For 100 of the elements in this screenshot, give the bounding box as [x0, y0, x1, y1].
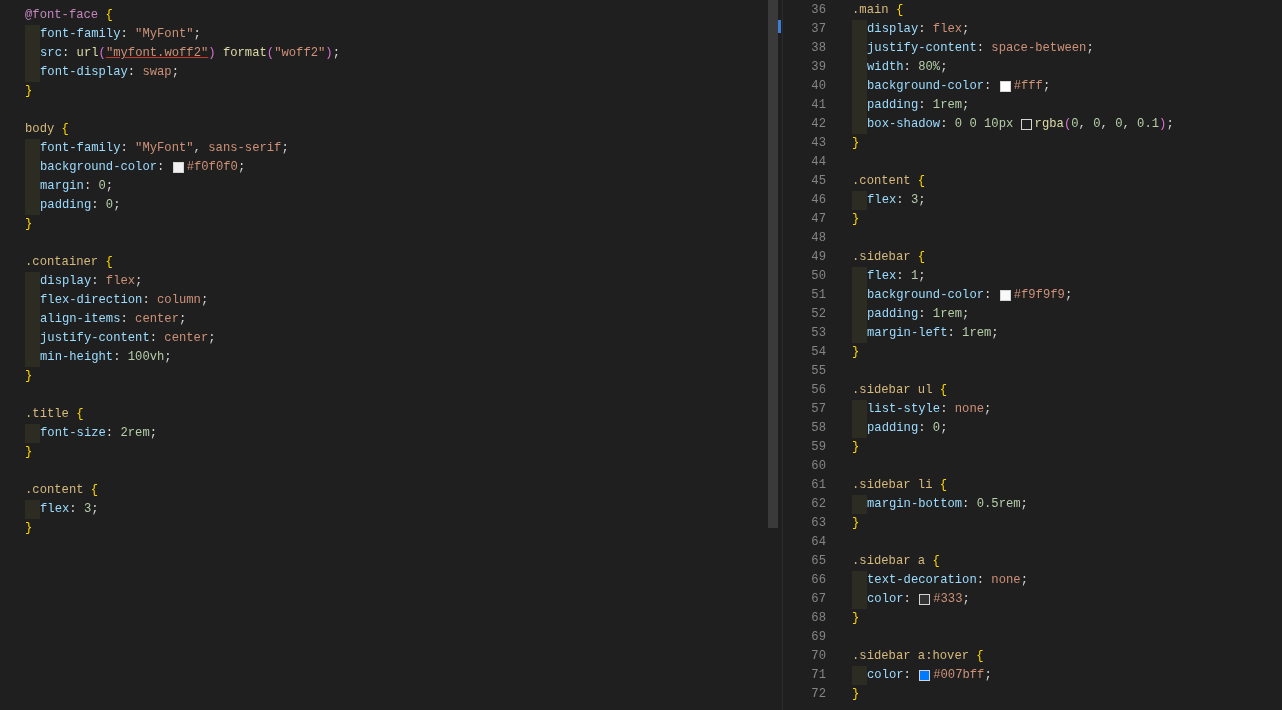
color-swatch-icon[interactable] — [919, 670, 931, 681]
code-text: justify-content: center; — [40, 330, 216, 347]
line-number: 58 — [810, 420, 826, 437]
line-number: 48 — [810, 230, 826, 247]
code-text: #f0f0f0; — [186, 159, 246, 176]
code-text: #f9f9f9; — [1013, 287, 1073, 304]
line-number: 50 — [810, 268, 826, 285]
code-text: .sidebar { — [852, 249, 926, 266]
code-text: .sidebar a { — [852, 553, 940, 570]
code-text: } — [852, 439, 860, 456]
code-text: } — [25, 216, 33, 233]
code-text: box-shadow: 0 0 10px — [867, 116, 1014, 133]
code-text: .main { — [852, 2, 904, 19]
code-text: flex: 3; — [867, 192, 926, 209]
line-number: 69 — [810, 629, 826, 646]
line-number: 70 — [810, 648, 826, 665]
line-number: 59 — [810, 439, 826, 456]
line-number: 41 — [810, 97, 826, 114]
code-text: } — [852, 686, 860, 703]
code-text: padding: 1rem; — [867, 306, 970, 323]
code-text: text-decoration: none; — [867, 572, 1028, 589]
line-number: 61 — [810, 477, 826, 494]
line-number: 45 — [810, 173, 826, 190]
code-text: body { — [25, 121, 69, 138]
code-text: } — [25, 444, 33, 461]
code-text: display: flex; — [40, 273, 143, 290]
line-number: 40 — [810, 78, 826, 95]
color-swatch-icon[interactable] — [172, 162, 184, 173]
line-number: 46 — [810, 192, 826, 209]
line-number: 39 — [810, 59, 826, 76]
code-text: margin-bottom: 0.5rem; — [867, 496, 1028, 513]
code-text: @font-face { — [25, 7, 113, 24]
line-number: 44 — [810, 154, 826, 171]
line-number: 64 — [810, 534, 826, 551]
code-text: .content { — [25, 482, 99, 499]
code-text: } — [852, 515, 860, 532]
code-text: .title { — [25, 406, 84, 423]
code-text: margin: 0; — [40, 178, 114, 195]
code-text: padding: 0; — [867, 420, 948, 437]
code-text: color: — [867, 591, 912, 608]
code-text: padding: 1rem; — [867, 97, 970, 114]
color-swatch-icon[interactable] — [999, 290, 1011, 301]
line-number: 49 — [810, 249, 826, 266]
code-text: #fff; — [1013, 78, 1051, 95]
line-number: 68 — [810, 610, 826, 627]
line-number: 67 — [810, 591, 826, 608]
line-number: 47 — [810, 211, 826, 228]
line-number: 57 — [810, 401, 826, 418]
color-swatch-icon[interactable] — [919, 594, 931, 605]
line-number: 62 — [810, 496, 826, 513]
line-number: 55 — [810, 363, 826, 380]
color-swatch-icon[interactable] — [1020, 119, 1032, 130]
code-text: .sidebar a:hover { — [852, 648, 984, 665]
line-number: 72 — [810, 686, 826, 703]
line-number: 43 — [810, 135, 826, 152]
line-number: 63 — [810, 515, 826, 532]
code-text: min-height: 100vh; — [40, 349, 172, 366]
code-text: flex: 1; — [867, 268, 926, 285]
color-swatch-icon[interactable] — [999, 81, 1011, 92]
code-text: flex: 3; — [40, 501, 99, 518]
code-text: } — [25, 83, 33, 100]
line-number: 52 — [810, 306, 826, 323]
code-text: width: 80%; — [867, 59, 948, 76]
code-text: .content { — [852, 173, 926, 190]
code-text: .sidebar ul { — [852, 382, 948, 399]
code-text: font-family: "MyFont", sans-serif; — [40, 140, 289, 157]
code-text: background-color: — [867, 78, 993, 95]
scrollbar[interactable] — [768, 0, 778, 528]
code-text: background-color: — [867, 287, 993, 304]
code-text: display: flex; — [867, 21, 970, 38]
code-text: font-family: "MyFont"; — [40, 26, 201, 43]
line-number: 66 — [810, 572, 826, 589]
code-text: .sidebar li { — [852, 477, 948, 494]
line-number: 37 — [810, 21, 826, 38]
code-text: margin-left: 1rem; — [867, 325, 999, 342]
code-text: #007bff; — [933, 667, 992, 684]
code-text: list-style: none; — [867, 401, 992, 418]
code-text: padding: 0; — [40, 197, 121, 214]
code-text: background-color: — [40, 159, 166, 176]
line-number: 42 — [810, 116, 826, 133]
code-text: src: url("myfont.woff2") format("woff2"); — [40, 45, 340, 62]
code-text: .container { — [25, 254, 113, 271]
code-text: font-size: 2rem; — [40, 425, 158, 442]
code-text: align-items: center; — [40, 311, 187, 328]
code-text: } — [25, 368, 33, 385]
change-marker — [778, 20, 781, 33]
code-text: } — [852, 135, 860, 152]
line-number: 51 — [810, 287, 826, 304]
line-number: 65 — [810, 553, 826, 570]
code-text: justify-content: space-between; — [867, 40, 1094, 57]
line-number: 54 — [810, 344, 826, 361]
code-text: } — [25, 520, 33, 537]
line-number: 53 — [810, 325, 826, 342]
code-text: #333; — [933, 591, 970, 608]
code-text: rgba(0, 0, 0, 0.1); — [1034, 116, 1174, 133]
line-number: 71 — [810, 667, 826, 684]
line-number: 38 — [810, 40, 826, 57]
code-text: color: — [867, 667, 912, 684]
code-text: } — [852, 610, 860, 627]
code-text: } — [852, 344, 860, 361]
